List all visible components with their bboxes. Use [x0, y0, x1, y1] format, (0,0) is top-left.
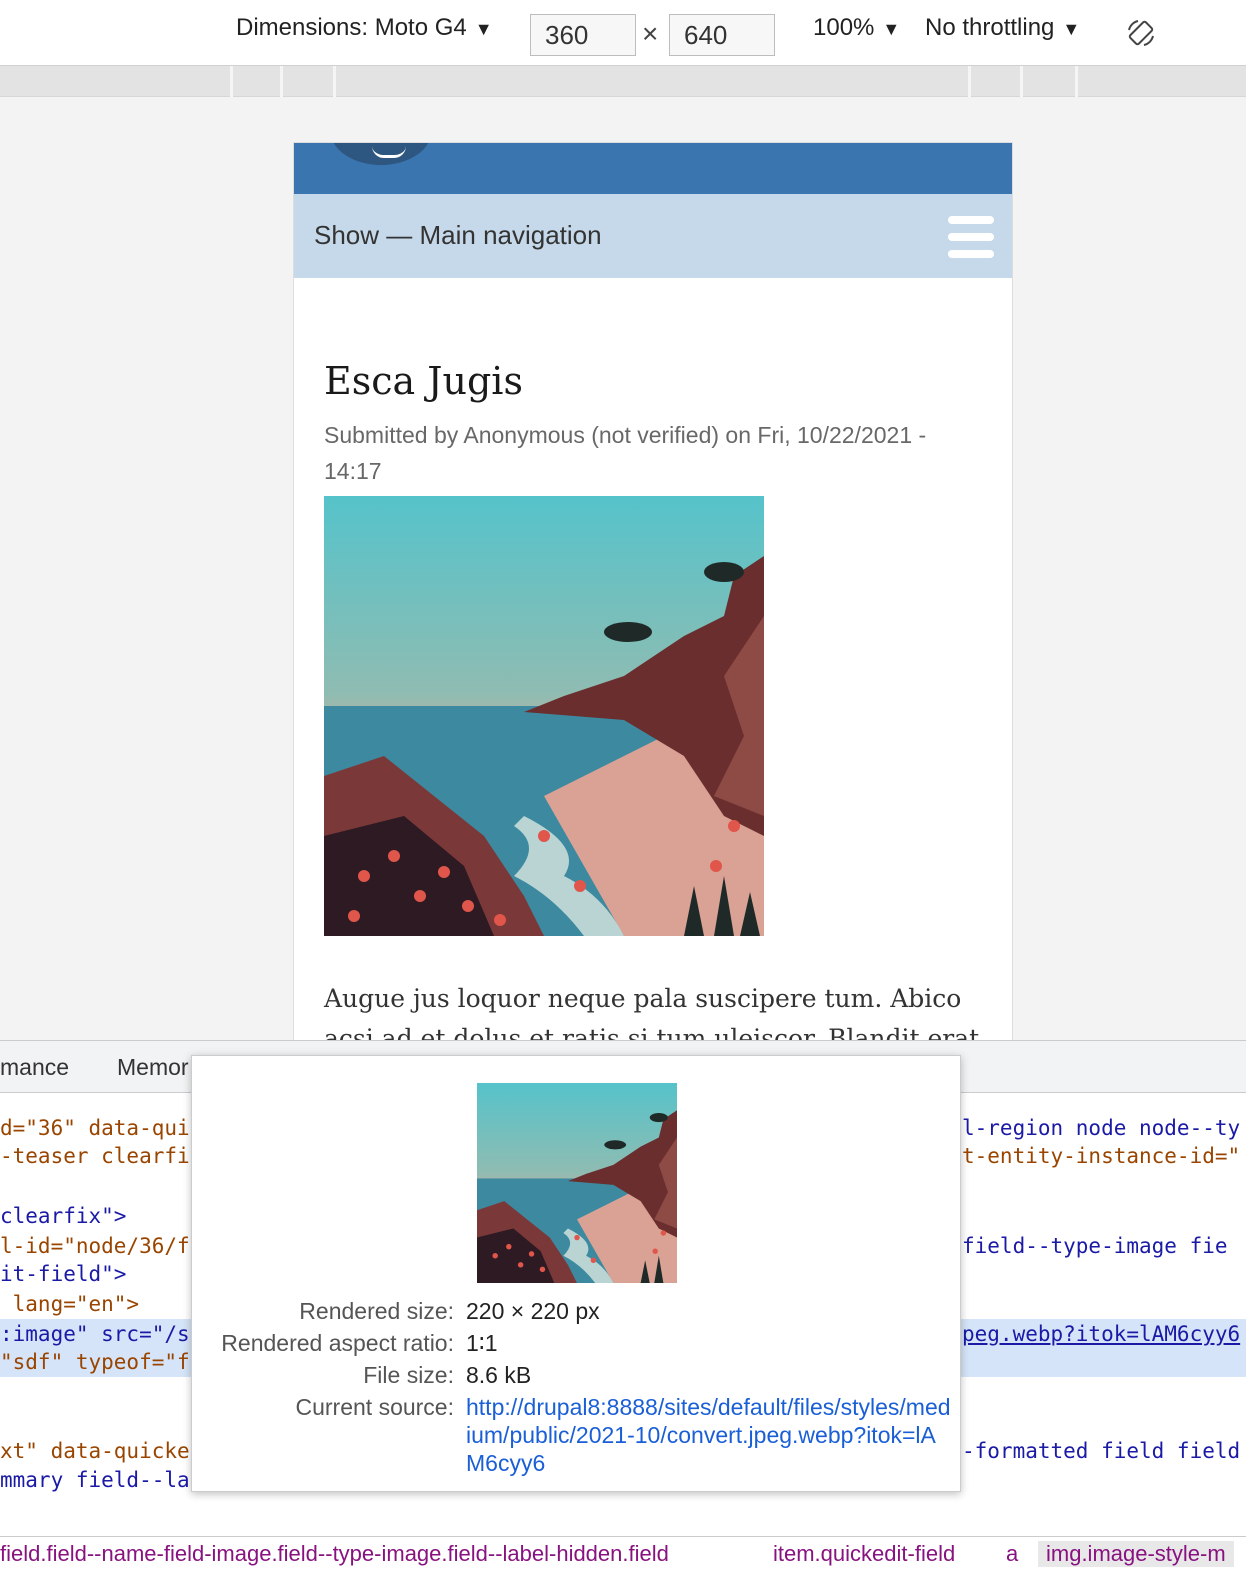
zoom-dropdown[interactable]: 100% ▼ — [813, 14, 900, 42]
chevron-down-icon: ▼ — [474, 19, 493, 39]
code-line[interactable]: -teaser clearfi — [0, 1144, 190, 1168]
code-line-right[interactable]: t-entity-instance-id=" — [962, 1144, 1240, 1168]
height-input[interactable] — [669, 14, 775, 56]
code-line[interactable]: d="36" data-qui — [0, 1116, 190, 1140]
code-line[interactable]: mmary field--la — [0, 1468, 190, 1492]
aspect-ratio-value: 1∶1 — [466, 1330, 498, 1356]
breadcrumb-item[interactable]: a — [1006, 1541, 1018, 1567]
current-source-link[interactable]: http://drupal8:8888/sites/default/files/… — [466, 1393, 952, 1477]
code-line[interactable]: clearfix"> — [0, 1204, 126, 1228]
site-header — [294, 143, 1012, 194]
current-source-label: Current source: — [295, 1394, 454, 1420]
breadcrumb-item[interactable]: field.field--name-field-image.field--typ… — [0, 1541, 669, 1567]
code-line[interactable]: lang="en"> — [0, 1292, 139, 1316]
nav-toggle-label: Show — Main navigation — [314, 220, 602, 250]
device-toolbar: Dimensions: Moto G4 ▼ × 100% ▼ No throttli… — [0, 0, 1246, 66]
code-line[interactable]: xt" data-quicke — [0, 1439, 190, 1463]
dimensions-label: Dimensions: Moto G4 — [236, 14, 467, 41]
dimensions-dropdown[interactable]: Dimensions: Moto G4 ▼ — [236, 14, 493, 42]
hamburger-menu-icon[interactable] — [948, 216, 994, 258]
device-viewport: Show — Main navigation Esca Jugis Submit… — [293, 142, 1013, 1042]
code-line-right[interactable]: -formatted field field — [962, 1439, 1240, 1463]
file-size-label: File size: — [363, 1362, 454, 1388]
file-size-value: 8.6 kB — [466, 1362, 532, 1388]
rendered-size-value: 220 × 220 px — [466, 1298, 600, 1324]
breadcrumb-item-selected[interactable]: img.image-style-m — [1038, 1541, 1234, 1567]
media-query-ruler — [0, 66, 1246, 97]
tab-memory[interactable]: Memor — [117, 1054, 189, 1081]
code-line[interactable]: :image" src="/s — [0, 1322, 190, 1346]
throttling-dropdown[interactable]: No throttling ▼ — [925, 14, 1080, 42]
zoom-label: 100% — [813, 14, 875, 41]
image-src-link[interactable]: peg.webp?itok=lAM6cyy6 — [962, 1322, 1240, 1346]
chevron-down-icon: ▼ — [1062, 19, 1081, 39]
times-sign: × — [642, 18, 659, 49]
tab-performance[interactable]: mance — [0, 1054, 69, 1081]
page-title[interactable]: Esca Jugis — [324, 359, 523, 403]
code-line[interactable]: it-field"> — [0, 1262, 126, 1286]
code-line-right[interactable]: field--type-image fie — [962, 1234, 1228, 1258]
article-body: Augue jus loquor neque pala suscipere tu… — [324, 984, 980, 1042]
image-preview-tooltip: Rendered size: 220 × 220 px Rendered asp… — [191, 1055, 961, 1492]
image-preview-thumbnail — [477, 1083, 677, 1283]
rendered-size-label: Rendered size: — [299, 1298, 454, 1324]
aspect-ratio-label: Rendered aspect ratio: — [221, 1330, 454, 1356]
submitted-meta: Submitted by Anonymous (not verified) on… — [324, 422, 927, 484]
code-line-right[interactable]: l-region node node--ty — [962, 1116, 1240, 1140]
element-breadcrumbs: field.field--name-field-image.field--typ… — [0, 1536, 1246, 1570]
code-line[interactable]: "sdf" typeof="f — [0, 1350, 190, 1374]
throttling-label: No throttling — [925, 14, 1055, 41]
code-line[interactable]: l-id="node/36/f — [0, 1234, 190, 1258]
width-input[interactable] — [530, 14, 636, 56]
chevron-down-icon: ▼ — [882, 19, 901, 39]
rotate-icon[interactable] — [1126, 18, 1156, 48]
landscape-image[interactable] — [324, 496, 764, 936]
breadcrumb-item[interactable]: item.quickedit-field — [773, 1541, 955, 1567]
main-navigation-toggle[interactable]: Show — Main navigation — [294, 194, 1012, 278]
